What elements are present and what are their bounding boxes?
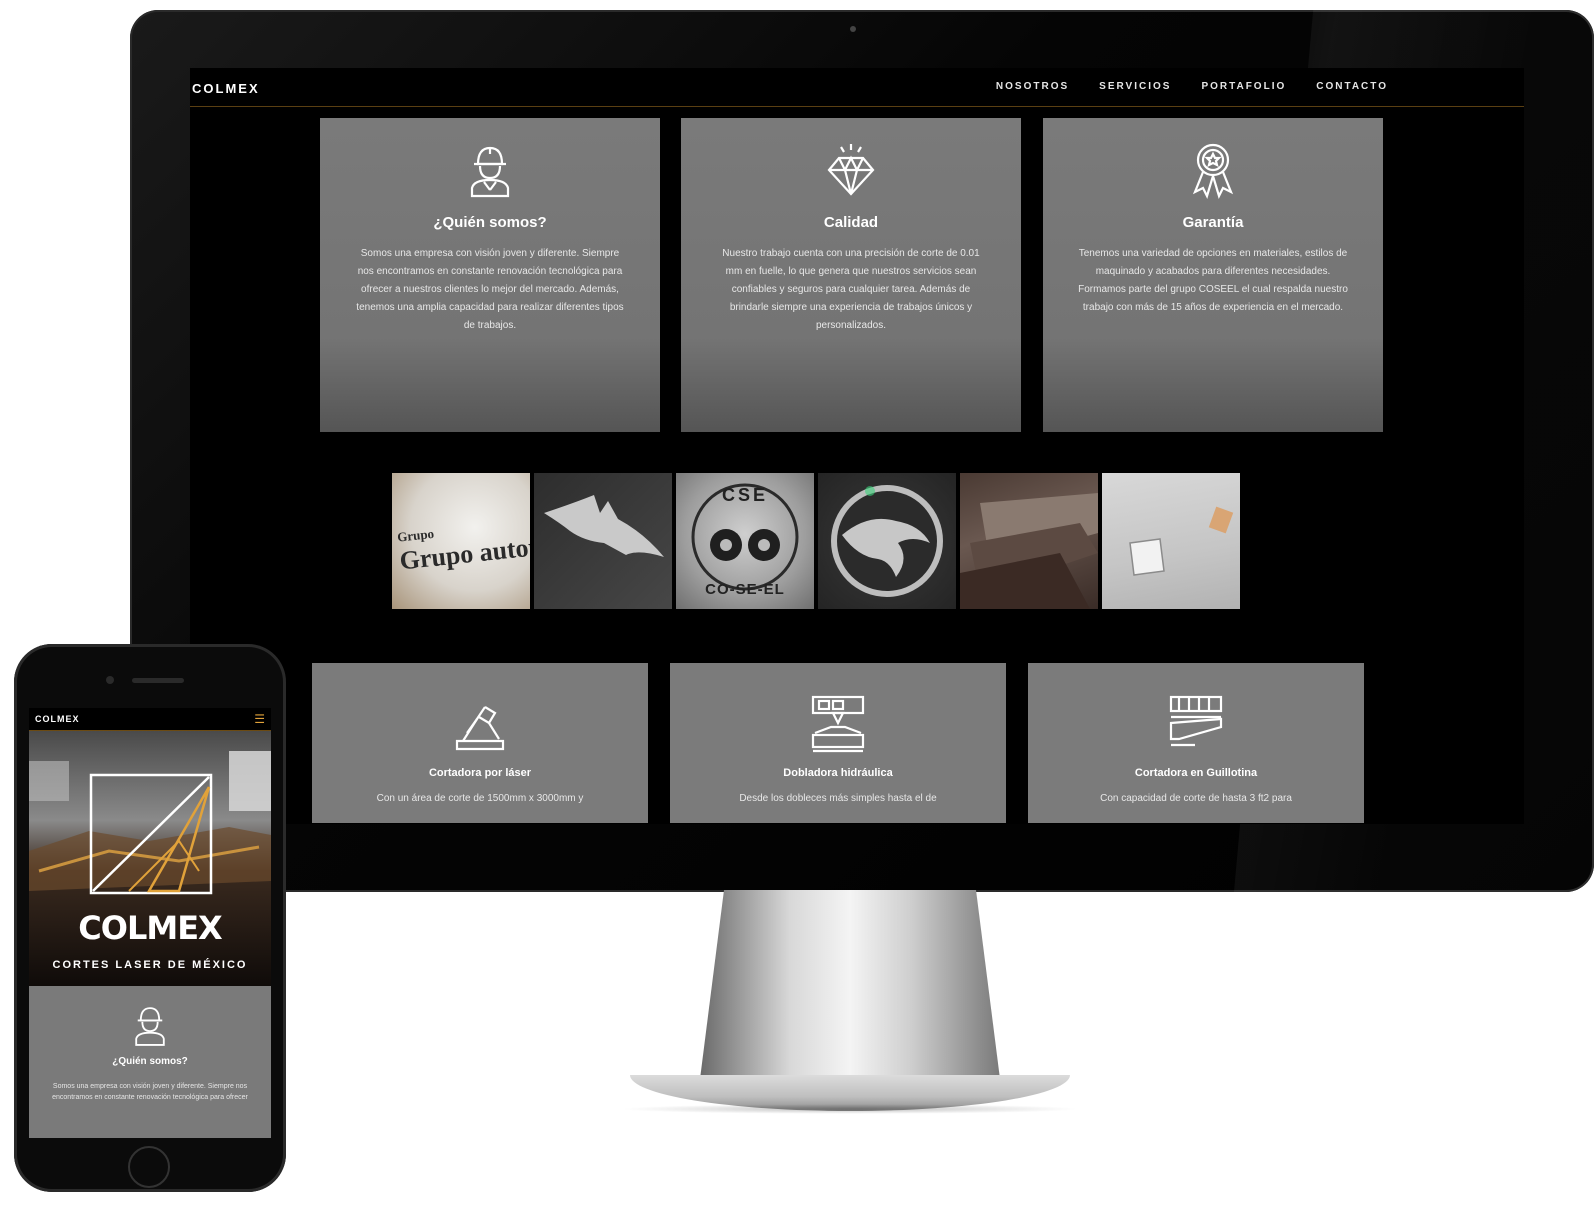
feature-card-quienes: ¿Quién somos? Somos una empresa con visi… xyxy=(320,118,660,432)
hero-logo-text: COLMEX xyxy=(78,909,222,947)
worker-icon xyxy=(320,140,660,200)
feature-card-calidad: Calidad Nuestro trabajo cuenta con una p… xyxy=(681,118,1021,432)
mobile-nav: COLMEX ☰ xyxy=(29,708,271,731)
diamond-icon xyxy=(681,140,1021,200)
service-card-dobladora[interactable]: Dobladora hidráulica Desde los dobleces … xyxy=(670,663,1006,823)
mobile-feature-card: ¿Quién somos? Somos una empresa con visi… xyxy=(29,986,271,1138)
nav-link-portafolio[interactable]: PORTAFOLIO xyxy=(1201,81,1286,92)
thumb-text-cse: CSE xyxy=(721,485,768,505)
panel-cutout-shape xyxy=(1129,506,1234,576)
mobile-phone: COLMEX ☰ COLMEX CORTES LASER DE MÉXICO ¿… xyxy=(14,644,286,1192)
gallery-thumb-bat[interactable] xyxy=(534,473,672,609)
feature-card-garantia: Garantía Tenemos una variedad de opcione… xyxy=(1043,118,1383,432)
gallery-thumb-grupo-autoprogreso[interactable]: Grupo Grupo autoprogre xyxy=(392,473,530,609)
award-ribbon-icon xyxy=(1043,140,1383,200)
nav-links: NOSOTROS SERVICIOS PORTAFOLIO CONTACTO xyxy=(996,81,1388,92)
nav-link-nosotros[interactable]: NOSOTROS xyxy=(996,81,1069,92)
feature-title: Calidad xyxy=(823,214,879,231)
service-title: Cortadora por láser xyxy=(428,767,532,779)
brand-logo[interactable]: COLMEX xyxy=(192,81,260,96)
thumb-text-coseel: CO-SE-EL xyxy=(705,581,785,598)
gallery-thumb-panel[interactable] xyxy=(1102,473,1240,609)
service-text: Con un área de corte de 1500mm x 3000mm … xyxy=(376,793,584,804)
worker-icon xyxy=(29,1002,271,1048)
mobile-screen: COLMEX ☰ COLMEX CORTES LASER DE MÉXICO ¿… xyxy=(29,708,271,1138)
feature-title: Garantía xyxy=(1182,214,1244,231)
portfolio-gallery: Grupo Grupo autoprogre CSE CO-SE-EL xyxy=(392,473,1240,609)
gallery-thumb-sheets[interactable] xyxy=(960,473,1098,609)
mobile-hero: COLMEX CORTES LASER DE MÉXICO xyxy=(29,731,271,986)
monitor-stand-shadow xyxy=(620,1104,1080,1114)
top-nav: COLMEX NOSOTROS SERVICIOS PORTAFOLIO CON… xyxy=(190,68,1524,107)
metal-sheets-shape xyxy=(960,493,1098,609)
service-card-laser[interactable]: Cortadora por láser Con un área de corte… xyxy=(312,663,648,823)
hero-tagline: CORTES LASER DE MÉXICO xyxy=(52,959,248,971)
nav-link-servicios[interactable]: SERVICIOS xyxy=(1099,81,1171,92)
phone-speaker xyxy=(132,678,184,683)
service-title: Dobladora hidráulica xyxy=(783,767,893,779)
monitor-camera xyxy=(850,26,856,32)
desktop-monitor: COLMEX NOSOTROS SERVICIOS PORTAFOLIO CON… xyxy=(130,10,1594,892)
phone-front-camera xyxy=(106,676,114,684)
feature-text: Somos una empresa con visión joven y dif… xyxy=(356,248,624,331)
mobile-brand[interactable]: COLMEX xyxy=(35,714,80,724)
nav-link-contacto[interactable]: CONTACTO xyxy=(1316,81,1388,92)
hero-background-photo xyxy=(29,731,271,986)
feature-title: ¿Quién somos? xyxy=(433,214,547,231)
feature-text: Tenemos una variedad de opciones en mate… xyxy=(1078,248,1348,313)
feature-text: Nuestro trabajo cuenta con una precisión… xyxy=(722,248,980,331)
service-text: Desde los dobleces más simples hasta el … xyxy=(739,793,937,804)
desktop-screen: COLMEX NOSOTROS SERVICIOS PORTAFOLIO CON… xyxy=(190,68,1524,824)
guillotine-icon xyxy=(1028,693,1364,755)
service-text: Con capacidad de corte de hasta 3 ft2 pa… xyxy=(1100,793,1292,804)
mobile-card-text: Somos una empresa con visión joven y dif… xyxy=(52,1083,248,1101)
gallery-thumb-coseel[interactable]: CSE CO-SE-EL xyxy=(676,473,814,609)
hamburger-icon[interactable]: ☰ xyxy=(254,713,265,725)
mobile-card-title: ¿Quién somos? xyxy=(112,1056,188,1067)
press-brake-icon xyxy=(670,693,1006,755)
dragon-emblem-shape xyxy=(831,485,943,597)
gallery-thumb-dragon[interactable] xyxy=(818,473,956,609)
monitor-stand-neck xyxy=(700,890,1000,1079)
service-card-guillotina[interactable]: Cortadora en Guillotina Con capacidad de… xyxy=(1028,663,1364,823)
phone-home-button[interactable] xyxy=(128,1146,170,1188)
bat-cutout-shape xyxy=(544,495,664,557)
service-title: Cortadora en Guillotina xyxy=(1134,767,1258,779)
laser-arm-icon xyxy=(312,693,648,755)
